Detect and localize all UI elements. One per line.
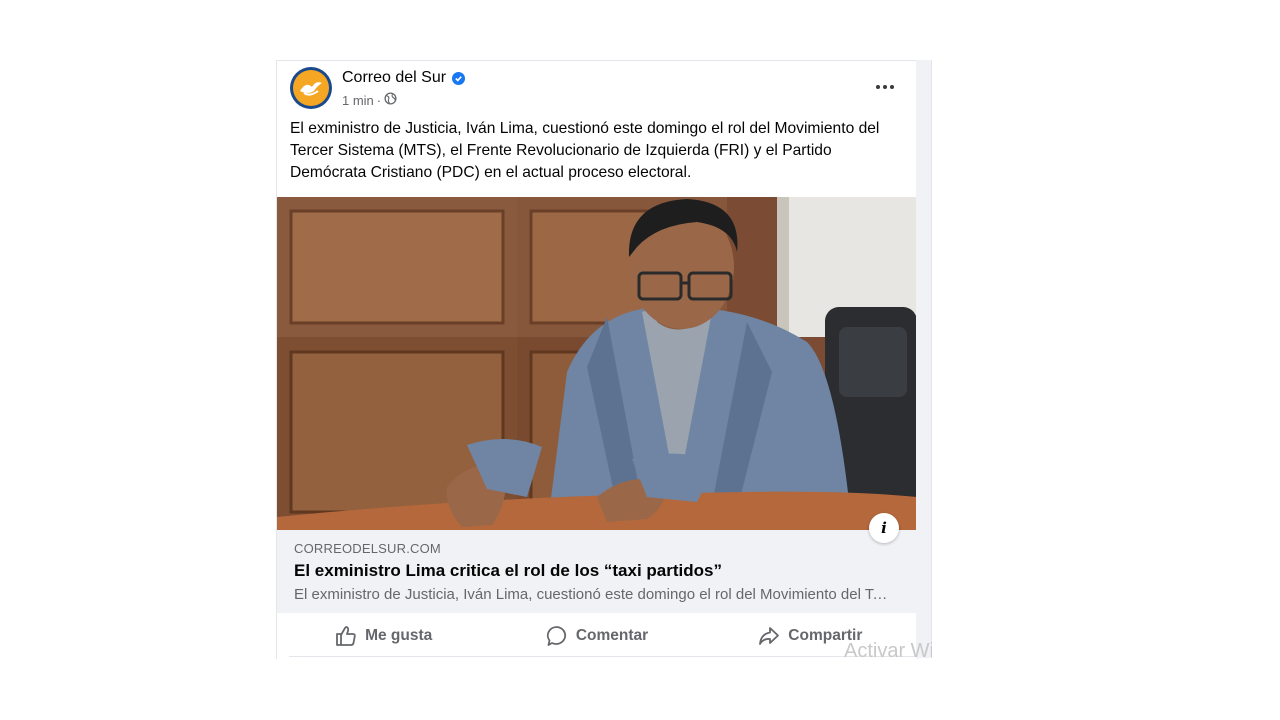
post-photo[interactable] [277,197,917,530]
like-button[interactable]: Me gusta [277,613,490,659]
divider [289,656,916,657]
comment-bubble-icon [546,625,568,647]
link-preview[interactable]: CORREODELSUR.COM El exministro Lima crit… [277,530,917,613]
more-options-icon[interactable] [871,73,899,101]
page-name-link[interactable]: Correo del Sur [342,69,446,87]
link-title[interactable]: El exministro Lima critica el rol de los… [294,561,722,581]
page-name: Correo del Sur [342,69,466,87]
link-domain: CORREODELSUR.COM [294,541,441,556]
stage: Correo del Sur 1 min · El exministro de … [0,0,1280,720]
correo-del-sur-logo-icon [293,70,329,106]
verified-badge-icon [452,71,466,85]
scrollbar-gutter[interactable] [916,60,932,658]
facebook-post-card: Correo del Sur 1 min · El exministro de … [276,60,918,659]
windows-activation-watermark: Activar Windows [844,640,932,662]
link-description: El exministro de Justicia, Iván Lima, cu… [294,586,894,603]
action-bar: Me gusta Comentar Compartir [277,613,917,659]
post-meta: 1 min · [342,92,397,108]
thumbs-up-icon [335,625,357,647]
like-label: Me gusta [365,627,433,644]
comment-label: Comentar [575,627,649,644]
share-arrow-icon [758,625,780,647]
comment-button[interactable]: Comentar [490,613,703,659]
info-icon[interactable]: i [869,513,899,543]
page-avatar[interactable] [290,67,332,109]
post-text: El exministro de Justicia, Iván Lima, cu… [290,120,880,181]
post-timestamp[interactable]: 1 min [342,93,374,108]
meta-separator: · [376,92,382,108]
globe-icon [384,92,397,108]
